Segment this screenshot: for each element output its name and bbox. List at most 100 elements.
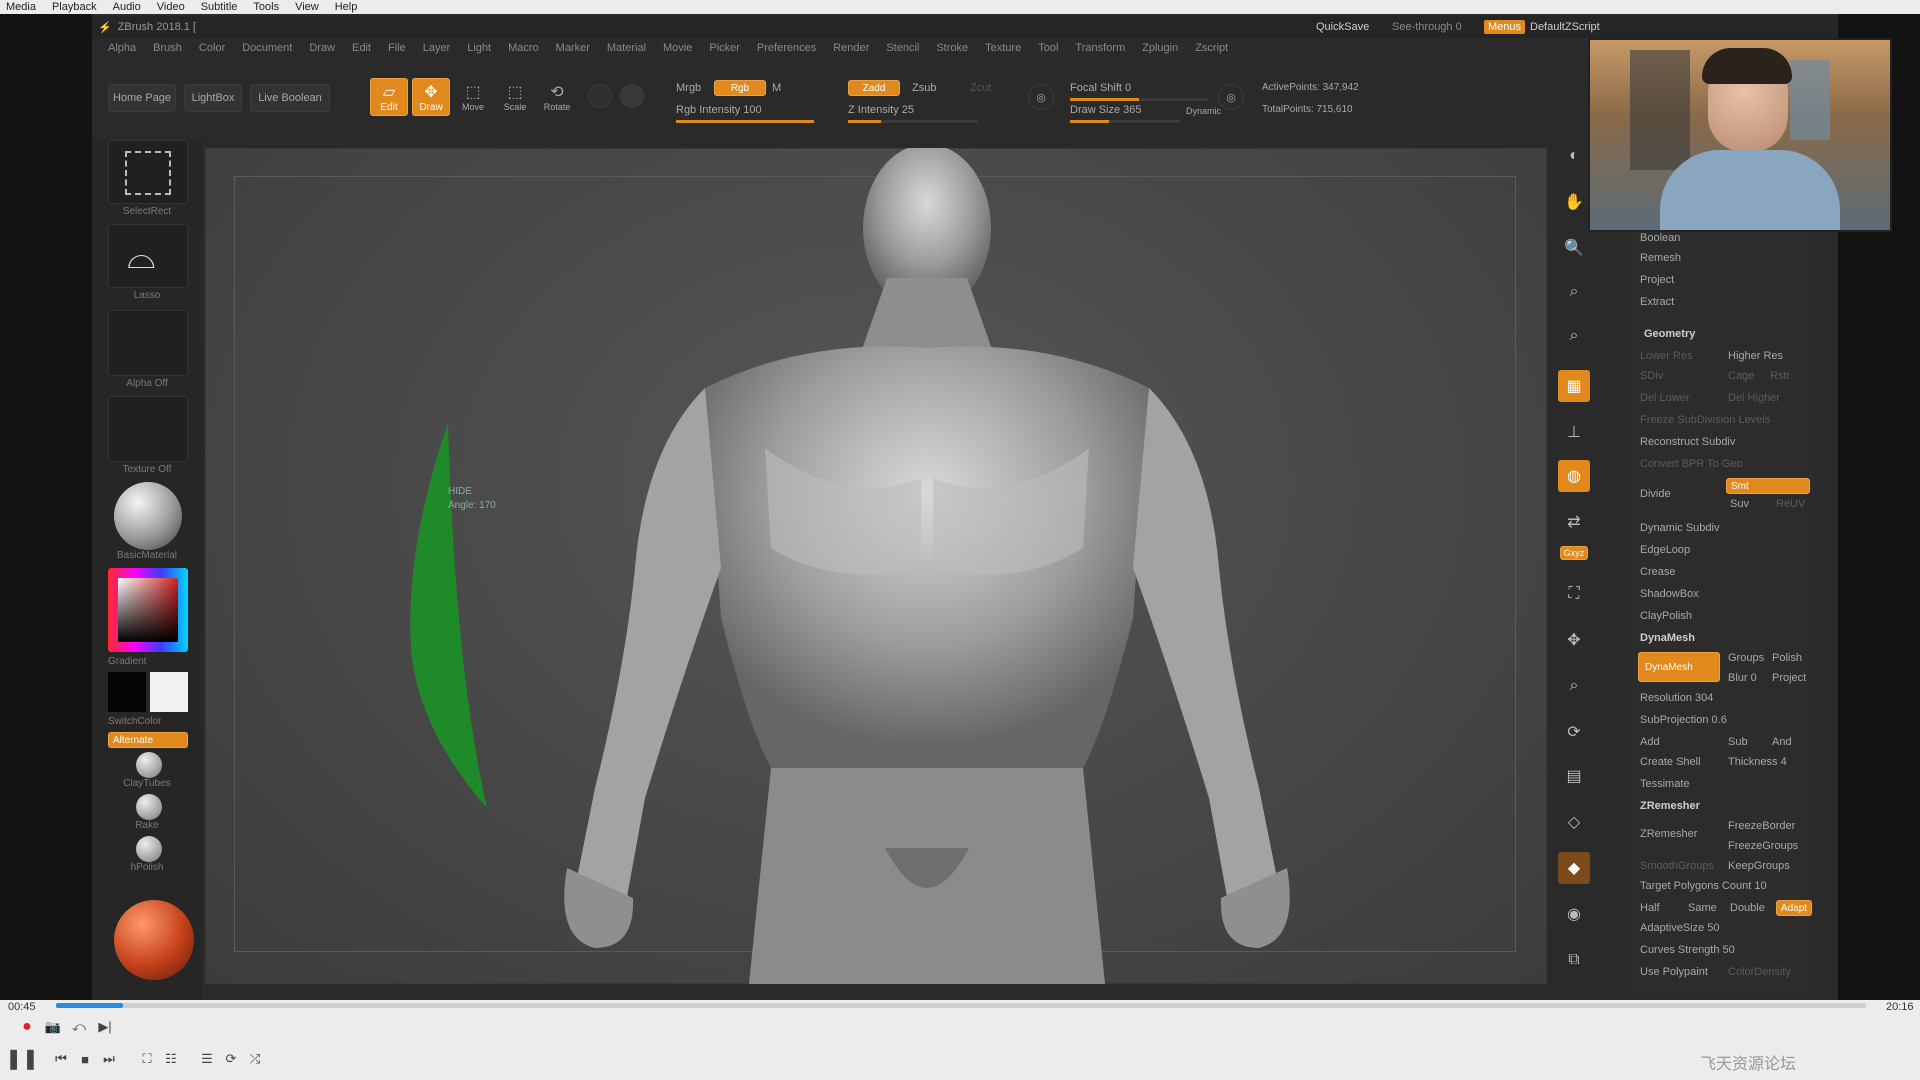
playlist-button[interactable]: ☰ <box>196 1048 218 1070</box>
zoom-button[interactable]: 🔍 <box>1558 232 1590 264</box>
actual-button[interactable]: ⌕ <box>1558 276 1590 308</box>
scroll-button[interactable]: ✋ <box>1558 186 1590 218</box>
focal-shift-slider[interactable] <box>1070 98 1208 101</box>
curves-strength-slider[interactable]: Curves Strength 50 <box>1640 944 1735 956</box>
menu-view[interactable]: View <box>295 1 319 13</box>
mrgb-toggle[interactable]: Mrgb <box>676 82 701 94</box>
freeze-border-toggle[interactable]: FreezeBorder <box>1728 820 1795 832</box>
half-button[interactable]: Half <box>1640 902 1660 914</box>
menu-movie[interactable]: Movie <box>663 42 692 54</box>
dynamic-icon[interactable]: ◎ <box>1218 84 1244 110</box>
color-picker[interactable] <box>108 568 188 652</box>
del-lower-button[interactable]: Del Lower <box>1640 392 1690 404</box>
menu-picker[interactable]: Picker <box>709 42 740 54</box>
live-boolean-button[interactable]: Live Boolean <box>250 84 330 112</box>
switch-color-button[interactable]: SwitchColor <box>108 716 218 727</box>
draw-size-slider[interactable] <box>1070 120 1180 123</box>
menu-zplugin[interactable]: Zplugin <box>1142 42 1178 54</box>
move-view-button[interactable]: ✥ <box>1558 624 1590 656</box>
menu-layer[interactable]: Layer <box>423 42 451 54</box>
menu-alpha[interactable]: Alpha <box>108 42 136 54</box>
menu-edit[interactable]: Edit <box>352 42 371 54</box>
divide-button[interactable]: Divide <box>1640 488 1671 500</box>
draw-button[interactable]: ✥ Draw <box>412 78 450 116</box>
m-toggle[interactable]: M <box>772 82 781 94</box>
sdiv-slider[interactable]: SDiv <box>1640 370 1663 382</box>
freeze-groups-toggle[interactable]: FreezeGroups <box>1728 840 1798 852</box>
dynamic-subdiv-item[interactable]: Dynamic Subdiv <box>1640 522 1719 534</box>
frame-step-button[interactable]: ▶| <box>94 1016 116 1038</box>
menu-color[interactable]: Color <box>199 42 225 54</box>
secondary-color-swatch[interactable] <box>150 672 188 712</box>
see-through-slider[interactable]: See-through 0 <box>1392 21 1462 33</box>
suv-toggle[interactable]: Suv <box>1730 498 1749 510</box>
adapt-toggle[interactable]: Adapt <box>1776 900 1812 916</box>
menu-transform[interactable]: Transform <box>1075 42 1125 54</box>
menu-file[interactable]: File <box>388 42 406 54</box>
menu-playback[interactable]: Playback <box>52 1 97 13</box>
subprojection-slider[interactable]: SubProjection 0.6 <box>1640 714 1727 726</box>
dynamesh-header[interactable]: DynaMesh <box>1640 632 1695 644</box>
primary-color-swatch[interactable] <box>108 672 146 712</box>
seek-bar[interactable] <box>56 1003 1866 1008</box>
lower-res-button[interactable]: Lower Res <box>1640 350 1693 362</box>
polish-toggle[interactable]: Polish <box>1772 652 1802 664</box>
linefill-button[interactable]: ▤ <box>1558 760 1590 792</box>
convert-bpr-button[interactable]: Convert BPR To Geo <box>1640 458 1743 470</box>
active-material-icon[interactable] <box>114 900 194 980</box>
zsub-toggle[interactable]: Zsub <box>912 82 936 94</box>
lsym-button[interactable]: ⇄ <box>1558 506 1590 538</box>
default-zscript[interactable]: DefaultZScript <box>1530 21 1600 33</box>
material-slot[interactable] <box>108 480 188 550</box>
next-button[interactable]: ⏭ <box>98 1048 120 1070</box>
persp-button[interactable]: ▦ <box>1558 370 1590 402</box>
smt-toggle[interactable]: Smt <box>1726 478 1810 494</box>
shuffle-button[interactable]: ⤮ <box>244 1048 266 1070</box>
quicksave-button[interactable]: QuickSave <box>1316 21 1369 33</box>
transp-button[interactable]: ◇ <box>1558 806 1590 838</box>
zoom3d-button[interactable]: ⌕ <box>1558 670 1590 702</box>
same-button[interactable]: Same <box>1688 902 1717 914</box>
rake-brush-icon[interactable] <box>136 794 162 820</box>
menu-brush[interactable]: Brush <box>153 42 182 54</box>
loop-button[interactable]: ⟳ <box>220 1048 242 1070</box>
del-higher-button[interactable]: Del Higher <box>1728 392 1780 404</box>
zremesher-header[interactable]: ZRemesher <box>1640 800 1700 812</box>
create-shell-button[interactable]: Create Shell <box>1640 756 1701 768</box>
project-toggle[interactable]: Project <box>1772 672 1806 684</box>
extended-settings-button[interactable]: ☷ <box>160 1048 182 1070</box>
alternate-button[interactable]: Alternate <box>108 732 188 748</box>
loop-ab-button[interactable]: ⤺ <box>68 1016 90 1038</box>
stop-button[interactable]: ■ <box>74 1048 96 1070</box>
target-polygons-slider[interactable]: Target Polygons Count 10 <box>1640 880 1767 892</box>
menu-video[interactable]: Video <box>157 1 185 13</box>
fullscreen-button[interactable]: ⛶ <box>136 1048 158 1070</box>
use-polypaint-toggle[interactable]: Use Polypaint <box>1640 966 1708 978</box>
menu-zscript[interactable]: Zscript <box>1195 42 1228 54</box>
sculpt-model[interactable] <box>205 148 1547 984</box>
geometry-header[interactable]: Geometry <box>1644 328 1695 340</box>
record-button[interactable]: ● <box>16 1016 38 1038</box>
add-button[interactable]: Add <box>1640 736 1660 748</box>
reconstruct-subdiv-button[interactable]: Reconstruct Subdiv <box>1640 436 1735 448</box>
ghost-button[interactable]: ◆ <box>1558 852 1590 884</box>
dynamic-toggle[interactable]: Dynamic <box>1186 106 1221 116</box>
xyz-button[interactable]: Gxyz <box>1560 546 1588 560</box>
spix-button[interactable]: ◐ <box>1558 140 1590 172</box>
freeze-subdiv-button[interactable]: Freeze SubDivision Levels <box>1640 414 1770 426</box>
remesh-item[interactable]: Remesh <box>1640 252 1681 264</box>
menu-macro[interactable]: Macro <box>508 42 539 54</box>
frame-button[interactable]: ⛶ <box>1558 578 1590 610</box>
extract-item[interactable]: Extract <box>1640 296 1674 308</box>
boolean-item[interactable]: Boolean <box>1640 232 1680 244</box>
menu-preferences[interactable]: Preferences <box>757 42 816 54</box>
blur-slider[interactable]: Blur 0 <box>1728 672 1757 684</box>
scale-button[interactable]: ⬚ Scale <box>496 78 534 116</box>
home-page-button[interactable]: Home Page <box>108 84 176 112</box>
crease-item[interactable]: Crease <box>1640 566 1675 578</box>
menu-draw[interactable]: Draw <box>309 42 335 54</box>
snapshot-button[interactable]: 📷 <box>42 1016 64 1038</box>
aahalf-button[interactable]: ⌕ <box>1558 320 1590 352</box>
menu-audio[interactable]: Audio <box>113 1 141 13</box>
edgeloop-item[interactable]: EdgeLoop <box>1640 544 1690 556</box>
